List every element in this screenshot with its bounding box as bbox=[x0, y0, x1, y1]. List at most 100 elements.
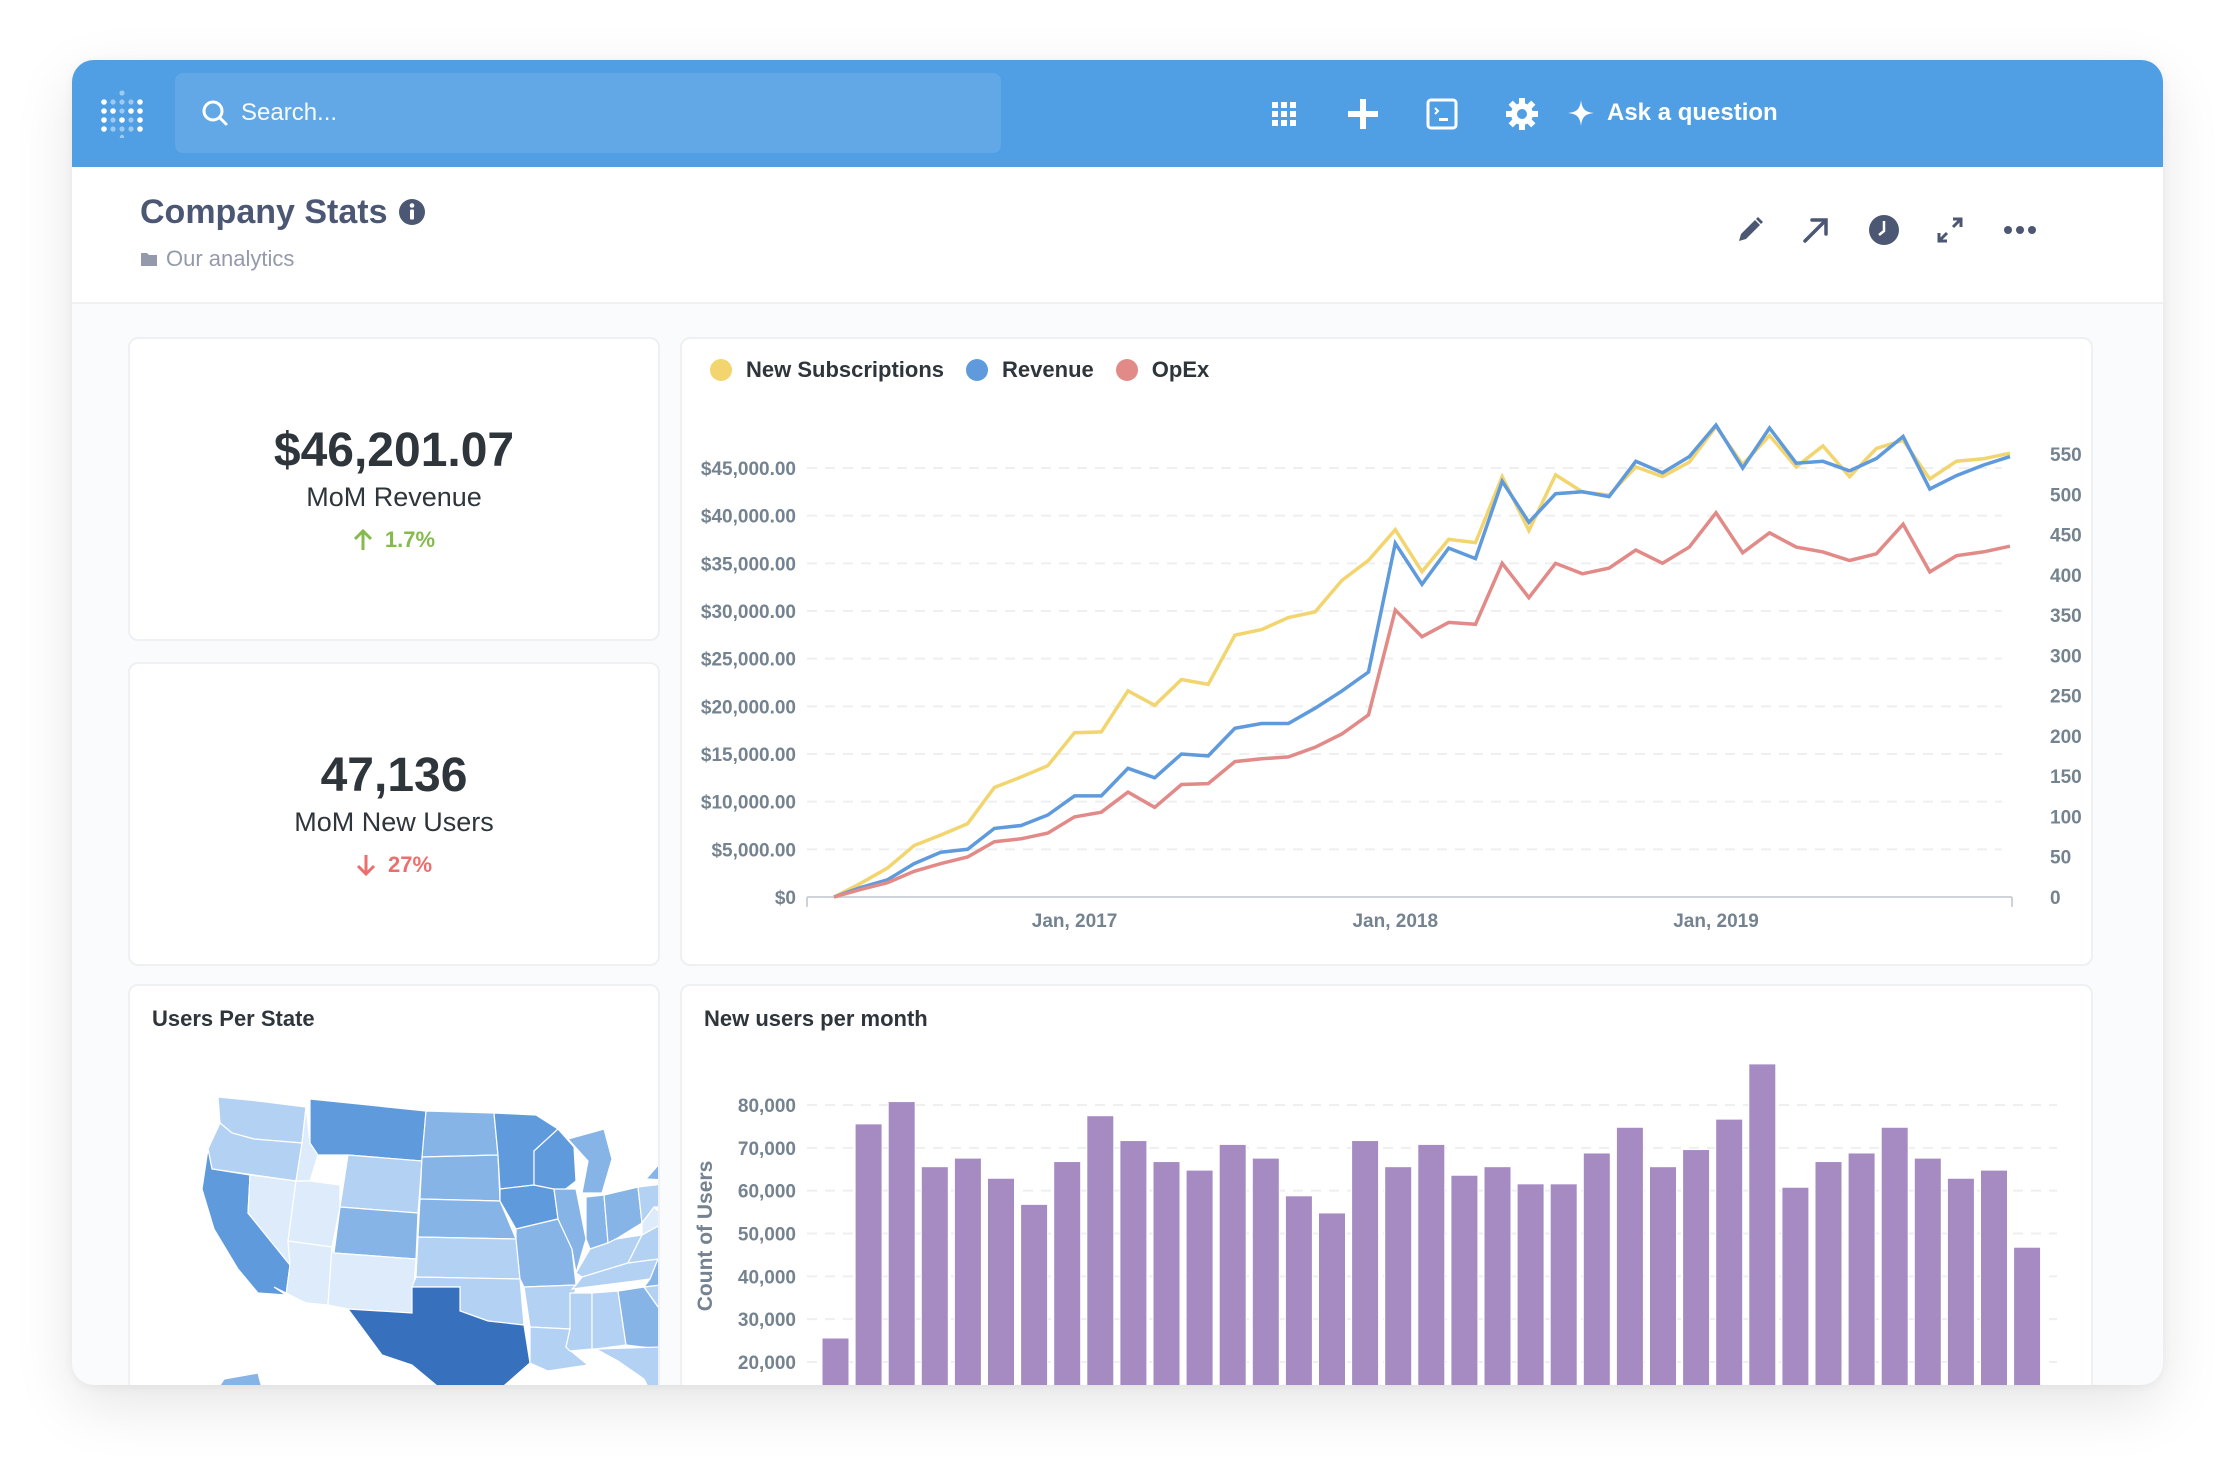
bar[interactable] bbox=[1582, 1152, 1611, 1385]
bar[interactable] bbox=[1417, 1143, 1446, 1385]
bar[interactable] bbox=[821, 1337, 850, 1385]
mom-revenue-card[interactable]: $46,201.07 MoM Revenue 1.7% bbox=[128, 337, 660, 641]
us-map[interactable] bbox=[130, 986, 658, 1385]
y-right-tick-label: 550 bbox=[2050, 445, 2082, 466]
bar[interactable] bbox=[1715, 1118, 1744, 1385]
bar[interactable] bbox=[1251, 1157, 1280, 1385]
mom-new-users-card[interactable]: 47,136 MoM New Users 27% bbox=[128, 662, 660, 966]
bar[interactable] bbox=[1020, 1203, 1049, 1385]
users-per-state-card[interactable]: Users Per State bbox=[128, 984, 660, 1385]
bar[interactable] bbox=[1946, 1177, 1975, 1385]
bar[interactable] bbox=[854, 1123, 883, 1385]
sparkle-icon bbox=[1568, 100, 1594, 126]
state-co[interactable] bbox=[333, 1206, 419, 1260]
y-right-tick-label: 250 bbox=[2050, 687, 2082, 708]
clock-icon[interactable] bbox=[1866, 212, 1902, 248]
bar[interactable] bbox=[1384, 1166, 1413, 1385]
bar[interactable] bbox=[1549, 1183, 1578, 1385]
bar[interactable] bbox=[1649, 1166, 1677, 1385]
state-ak[interactable] bbox=[214, 1372, 288, 1385]
bar[interactable] bbox=[2013, 1246, 2042, 1385]
bar[interactable] bbox=[887, 1101, 916, 1385]
y-tick-label: 50,000 bbox=[738, 1225, 796, 1246]
more-icon[interactable] bbox=[2002, 212, 2038, 248]
bar[interactable] bbox=[1880, 1126, 1909, 1385]
terminal-icon[interactable] bbox=[1422, 94, 1462, 134]
state-sd[interactable] bbox=[419, 1154, 501, 1202]
gear-icon[interactable] bbox=[1502, 94, 1542, 134]
bar[interactable] bbox=[1351, 1140, 1380, 1385]
state-nd[interactable] bbox=[421, 1110, 499, 1158]
bar[interactable] bbox=[1185, 1169, 1214, 1385]
ask-a-question-button[interactable]: Ask a question bbox=[1567, 90, 1778, 136]
page-title: Company Stats bbox=[140, 193, 388, 231]
bar[interactable] bbox=[1781, 1186, 1810, 1385]
share-arrow-icon[interactable] bbox=[1798, 212, 1834, 248]
y-tick-label: 30,000 bbox=[738, 1310, 796, 1331]
scalar-label: MoM New Users bbox=[294, 806, 494, 837]
bar-chart[interactable]: 20,000 30,000 40,000 50,000 60,000 70,000 80,0… bbox=[682, 986, 2091, 1385]
y-right-tick-label: 50 bbox=[2050, 848, 2071, 869]
y-left-tick-label: $10,000.00 bbox=[701, 793, 796, 814]
new-users-per-month-card[interactable]: New users per month 20,000 30,000 40,000 50… bbox=[680, 984, 2093, 1385]
state-ms[interactable] bbox=[565, 1292, 593, 1352]
state-ut[interactable] bbox=[287, 1180, 341, 1248]
change-value: 1.7% bbox=[384, 526, 436, 552]
line-chart[interactable]: $0 $5,000.00 $10,000.00 $15,000.00 $20,000.0… bbox=[682, 339, 2091, 964]
scalar-value: $46,201.07 bbox=[273, 424, 515, 478]
metabase-logo-icon[interactable] bbox=[100, 90, 144, 140]
bar[interactable] bbox=[1847, 1152, 1876, 1385]
edit-pencil-icon[interactable] bbox=[1732, 212, 1768, 248]
bar[interactable] bbox=[1615, 1126, 1644, 1385]
line-chart-card[interactable]: New Subscriptions Revenue OpEx $0 $5,000.… bbox=[680, 337, 2093, 966]
bar[interactable] bbox=[1218, 1143, 1247, 1385]
bar[interactable] bbox=[1483, 1166, 1512, 1385]
plus-icon[interactable] bbox=[1343, 94, 1383, 134]
bar[interactable] bbox=[987, 1177, 1015, 1385]
state-ne[interactable] bbox=[417, 1198, 517, 1240]
y-right-tick-label: 150 bbox=[2050, 767, 2082, 788]
state-mt[interactable] bbox=[309, 1098, 427, 1162]
state-fl[interactable] bbox=[593, 1346, 658, 1385]
y-tick-label: 40,000 bbox=[738, 1267, 796, 1288]
bar[interactable] bbox=[1053, 1161, 1082, 1385]
bar[interactable] bbox=[1119, 1140, 1148, 1385]
series-line-revenue[interactable] bbox=[833, 422, 2011, 899]
breadcrumb-collection[interactable]: Our analytics bbox=[140, 246, 294, 272]
info-icon[interactable] bbox=[398, 198, 426, 226]
y-tick-label: 70,000 bbox=[738, 1139, 796, 1160]
bar[interactable] bbox=[1450, 1174, 1479, 1385]
bar[interactable] bbox=[1980, 1169, 2008, 1385]
grid-icon[interactable] bbox=[1264, 94, 1304, 134]
change-value: 27% bbox=[387, 851, 433, 877]
bar[interactable] bbox=[1318, 1212, 1346, 1385]
bar[interactable] bbox=[1152, 1161, 1181, 1385]
bar[interactable] bbox=[920, 1166, 949, 1385]
y-right-tick-label: 200 bbox=[2050, 727, 2082, 748]
bar[interactable] bbox=[1284, 1195, 1313, 1385]
state-wy[interactable] bbox=[339, 1154, 423, 1214]
bar[interactable] bbox=[1682, 1149, 1711, 1385]
bar[interactable] bbox=[953, 1157, 982, 1385]
search-input[interactable]: Search... bbox=[175, 73, 1001, 153]
folder-icon bbox=[141, 253, 157, 266]
state-ny[interactable] bbox=[644, 1137, 658, 1185]
y-right-tick-label: 0 bbox=[2050, 888, 2061, 909]
bar[interactable] bbox=[1516, 1183, 1545, 1385]
scalar-value: 47,136 bbox=[320, 749, 468, 803]
scalar-label: MoM Revenue bbox=[306, 481, 482, 512]
bar[interactable] bbox=[1814, 1161, 1843, 1385]
bar[interactable] bbox=[1913, 1157, 1942, 1385]
y-tick-label: 20,000 bbox=[738, 1353, 796, 1374]
bar[interactable] bbox=[1086, 1115, 1115, 1385]
state-oh[interactable] bbox=[603, 1186, 643, 1244]
fullscreen-icon[interactable] bbox=[1932, 212, 1968, 248]
state-ar[interactable] bbox=[523, 1284, 577, 1330]
scalar-change: 27% bbox=[356, 852, 432, 878]
state-ks[interactable] bbox=[415, 1236, 521, 1280]
y-tick-label: 80,000 bbox=[738, 1096, 796, 1117]
bar[interactable] bbox=[1748, 1063, 1777, 1385]
y-right-tick-label: 450 bbox=[2050, 526, 2082, 547]
top-nav-bar: Search... Ask a question bbox=[72, 60, 2163, 167]
y-right-tick-label: 350 bbox=[2050, 606, 2082, 627]
